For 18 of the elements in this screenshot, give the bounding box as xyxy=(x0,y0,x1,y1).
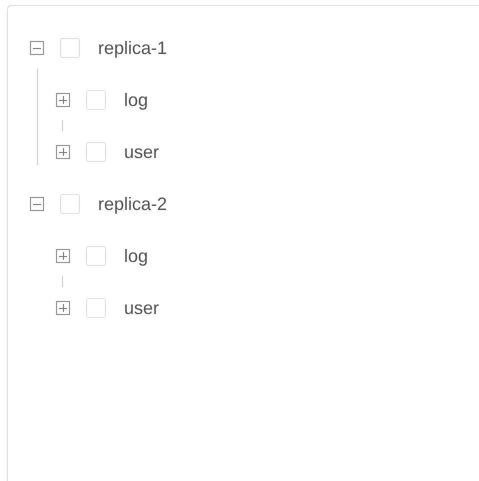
tree-item[interactable]: user xyxy=(124,298,160,318)
tree-item[interactable]: replica-2 xyxy=(98,194,168,214)
checkbox[interactable] xyxy=(60,38,80,58)
expand-icon[interactable] xyxy=(56,301,70,315)
expand-icon[interactable] xyxy=(56,145,70,159)
tree-item[interactable]: log xyxy=(124,90,148,110)
collapse-icon[interactable] xyxy=(30,41,44,55)
checkbox[interactable] xyxy=(86,298,106,318)
tree-item[interactable]: user xyxy=(124,142,160,162)
checkbox[interactable] xyxy=(86,246,106,266)
tree-item[interactable]: replica-1 xyxy=(98,38,168,58)
checkbox[interactable] xyxy=(60,194,80,214)
checkbox[interactable] xyxy=(86,90,106,110)
collapse-icon[interactable] xyxy=(30,197,44,211)
tree-item[interactable]: log xyxy=(124,246,148,266)
expand-icon[interactable] xyxy=(56,93,70,107)
expand-icon[interactable] xyxy=(56,249,70,263)
checkbox[interactable] xyxy=(86,142,106,162)
